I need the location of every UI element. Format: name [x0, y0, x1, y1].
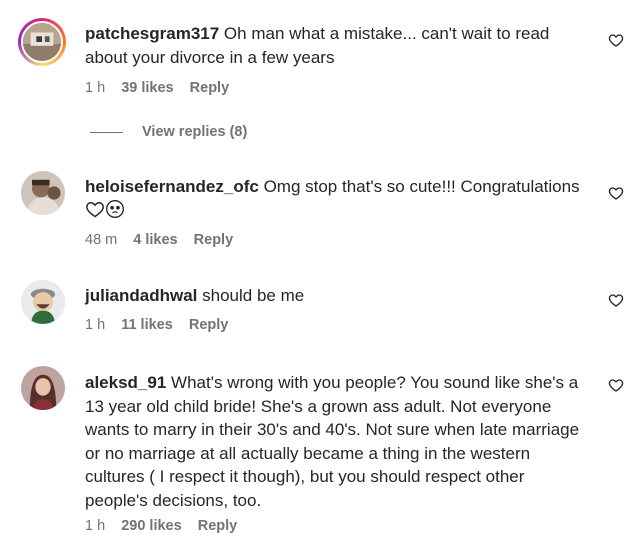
- comment-username[interactable]: juliandadhwal: [85, 286, 197, 305]
- avatar-image: [21, 171, 65, 215]
- comment-time: 1 h: [85, 80, 106, 96]
- comment-meta: 1 h 11 likes Reply: [85, 317, 240, 333]
- avatar-image: [21, 280, 65, 324]
- avatar[interactable]: [18, 18, 66, 66]
- comment-body: juliandadhwal should be me: [85, 284, 590, 308]
- view-replies-button[interactable]: View replies (8): [90, 124, 247, 140]
- heart-outline-icon[interactable]: [608, 377, 624, 393]
- reply-button[interactable]: Reply: [189, 317, 229, 333]
- comment-text: should be me: [202, 286, 305, 305]
- comment-meta: 1 h 290 likes Reply: [85, 518, 249, 534]
- comment-likes[interactable]: 39 likes: [121, 80, 173, 96]
- comment-username[interactable]: heloisefernandez_ofc: [85, 177, 259, 196]
- divider-line: [90, 131, 123, 133]
- comment-username[interactable]: patchesgram317: [85, 24, 219, 43]
- avatar-image: [23, 23, 61, 61]
- view-replies-label: View replies (8): [142, 124, 248, 140]
- avatar-image: [21, 366, 65, 410]
- avatar[interactable]: [21, 280, 65, 324]
- heart-outline-icon[interactable]: [608, 32, 624, 48]
- comment-body: patchesgram317 Oh man what a mistake... …: [85, 22, 590, 69]
- comment-username[interactable]: aleksd_91: [85, 373, 166, 392]
- heart-outline-icon[interactable]: [608, 292, 624, 308]
- comment-body: heloisefernandez_ofc Omg stop that's so …: [85, 175, 590, 222]
- comment-time: 1 h: [85, 317, 106, 333]
- reply-button[interactable]: Reply: [198, 518, 238, 534]
- comment-time: 1 h: [85, 518, 106, 534]
- avatar[interactable]: [21, 366, 65, 410]
- pleading-face-emoji: [105, 199, 125, 219]
- comment-time: 48 m: [85, 232, 118, 248]
- avatar[interactable]: [21, 171, 65, 215]
- heart-outline-icon[interactable]: [608, 185, 624, 201]
- white-heart-emoji: [85, 199, 105, 219]
- comment-text: What's wrong with you people? You sound …: [85, 373, 580, 510]
- comment-likes[interactable]: 4 likes: [133, 232, 177, 248]
- comment-body: aleksd_91 What's wrong with you people? …: [85, 371, 590, 512]
- reply-button[interactable]: Reply: [194, 232, 234, 248]
- comment-meta: 48 m 4 likes Reply: [85, 232, 245, 248]
- comment-text: Omg stop that's so cute!!! Congratulatio…: [263, 177, 580, 196]
- reply-button[interactable]: Reply: [190, 80, 230, 96]
- comment-likes[interactable]: 11 likes: [121, 317, 173, 333]
- comment-likes[interactable]: 290 likes: [121, 518, 181, 534]
- comment-meta: 1 h 39 likes Reply: [85, 80, 241, 96]
